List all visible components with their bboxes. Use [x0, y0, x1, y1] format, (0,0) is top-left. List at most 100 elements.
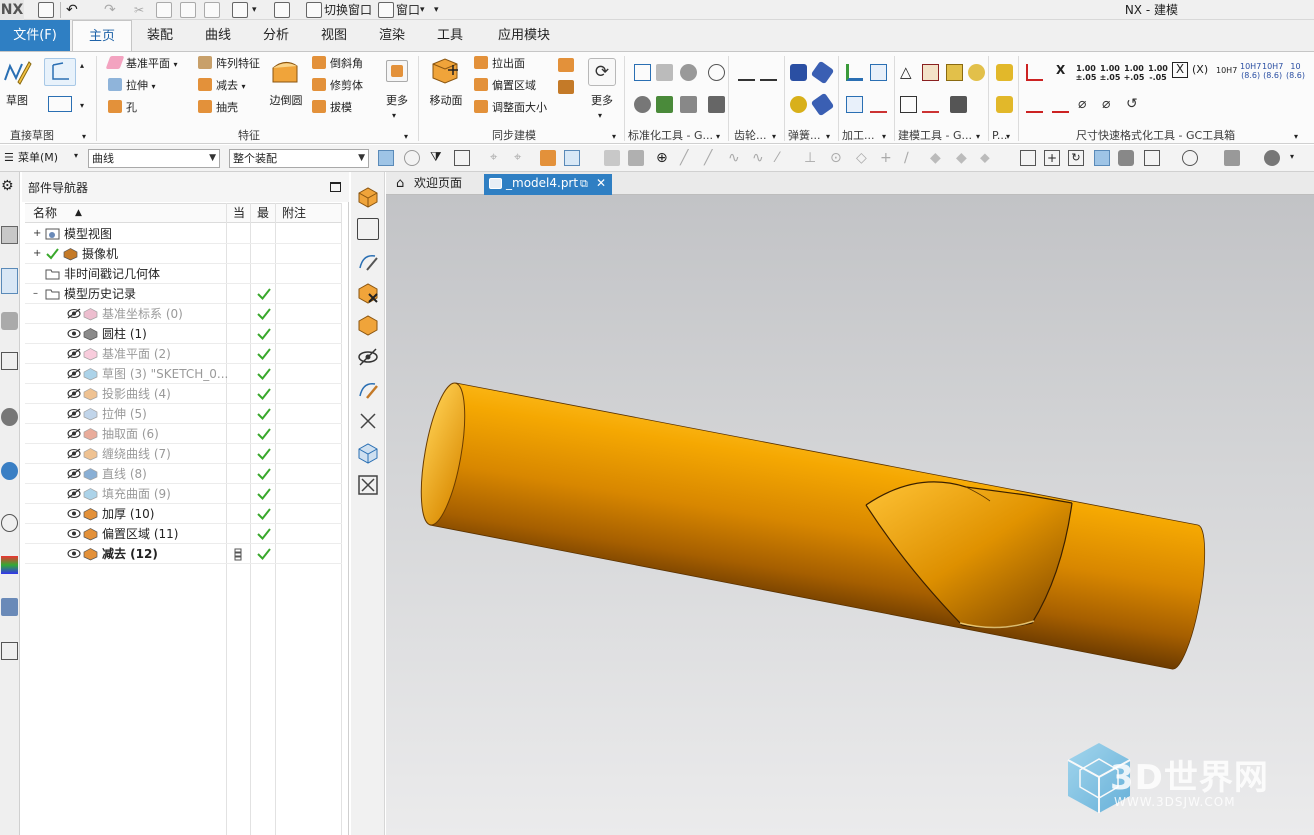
snap-point-icon[interactable]: ⁄ — [776, 150, 792, 166]
sketch-icon[interactable] — [2, 58, 32, 86]
snap-center-icon[interactable]: ⊕ — [656, 150, 672, 166]
cylinder-solid[interactable] — [413, 380, 1206, 670]
eye-icon[interactable] — [67, 328, 81, 339]
offset-region-button[interactable]: 偏置区域 — [474, 78, 536, 94]
eye-icon[interactable] — [67, 528, 81, 539]
snap-tangent-icon[interactable]: ∕ — [904, 150, 920, 166]
gear-icon[interactable]: ⚙ — [1, 178, 18, 196]
tab-render[interactable]: 渲染 — [366, 20, 418, 51]
menu-button[interactable]: 菜单(M) — [18, 151, 58, 165]
process-studio-icon[interactable] — [1, 598, 18, 616]
tree-row[interactable]: 圆柱 (1) — [25, 324, 342, 344]
edge-blend-icon[interactable] — [270, 58, 300, 86]
tree-row[interactable]: + 摄像机 — [25, 244, 342, 264]
maximize-icon[interactable] — [330, 182, 341, 192]
model-view[interactable] — [386, 195, 1314, 835]
std-tool-icon-2[interactable] — [656, 64, 673, 81]
filter-icon[interactable]: ⧩ — [430, 150, 446, 166]
cut-icon[interactable]: ✂ — [134, 2, 144, 18]
spring-tool-icon-1[interactable] — [790, 64, 807, 81]
window-menu-button[interactable]: 窗口 — [396, 2, 420, 18]
edit-sketch-icon[interactable] — [357, 250, 379, 272]
tree-row[interactable]: 基准坐标系 (0) — [25, 304, 342, 324]
redo-icon[interactable]: ↷ — [104, 2, 116, 18]
tab-assembly[interactable]: 装配 — [134, 20, 186, 51]
roles-icon[interactable] — [1, 642, 18, 660]
hidden-eye-icon[interactable] — [67, 448, 81, 459]
tree-row[interactable]: – 模型历史记录 — [25, 284, 342, 304]
modeling-tool-icon-3[interactable] — [946, 64, 963, 81]
chevron-down-icon[interactable]: ▾ — [420, 2, 425, 18]
tol-label-4[interactable]: 1.00 -.05 — [1146, 64, 1170, 82]
tol-label-2[interactable]: 1.00 ±.05 — [1098, 64, 1122, 82]
eye-icon[interactable] — [67, 548, 81, 559]
tol-label-3[interactable]: 1.00 +.05 — [1122, 64, 1146, 82]
move-face-button[interactable]: 移动面 — [426, 94, 466, 108]
hidden-eye-icon[interactable] — [67, 428, 81, 439]
spring-tool-icon-2[interactable] — [810, 60, 835, 85]
history-icon[interactable] — [1, 514, 18, 532]
background-icon[interactable] — [1182, 150, 1198, 166]
snap-perp-icon[interactable]: ⊥ — [804, 150, 820, 166]
spring-tool-icon-4[interactable] — [810, 92, 835, 117]
work-layer-icon[interactable] — [1224, 150, 1240, 166]
tab-tools[interactable]: 工具 — [424, 20, 476, 51]
fit-view-icon[interactable] — [1020, 150, 1036, 166]
tree-row[interactable]: 加厚 (10) — [25, 504, 342, 524]
column-current[interactable]: 当 — [233, 206, 245, 221]
assembly-navigator-icon[interactable] — [1, 226, 18, 244]
snap-line-2-icon[interactable]: ╱ — [704, 150, 720, 166]
modeling-tool-icon-5[interactable] — [900, 96, 917, 113]
hidden-eye-icon[interactable] — [67, 308, 81, 319]
boxed-x-icon[interactable]: X — [1172, 62, 1188, 78]
tree-row[interactable]: 拉伸 (5) — [25, 404, 342, 424]
expand-icon[interactable]: + — [33, 249, 41, 259]
graphics-window[interactable]: 3D世界网 WWW.3DSJW.COM — [386, 195, 1314, 835]
group-options-icon[interactable]: ▾ — [404, 129, 408, 145]
snap-icon-2[interactable]: ⌖ — [514, 150, 530, 166]
paste-special-icon[interactable] — [204, 2, 220, 18]
spring-tool-icon-3[interactable] — [790, 96, 807, 113]
p-tool-icon-1[interactable] — [996, 64, 1013, 81]
tree-row[interactable]: 直线 (8) — [25, 464, 342, 484]
tree-row[interactable]: 填充曲面 (9) — [25, 484, 342, 504]
select-body-icon[interactable] — [540, 150, 556, 166]
chamfer-button[interactable]: 倒斜角 — [312, 56, 363, 72]
selection-filter-select[interactable]: 曲线 ▼ — [88, 149, 220, 168]
machining-tool-icon-2[interactable] — [870, 64, 887, 81]
tree-row[interactable]: + 模型视图 — [25, 224, 342, 244]
rectangle-icon[interactable] — [48, 96, 72, 112]
dimension-tool-icon[interactable] — [1026, 64, 1043, 81]
tol-label-paren-x[interactable]: (X) — [1192, 64, 1208, 75]
chevron-down-icon[interactable]: ▾ — [80, 98, 84, 114]
diameter-icon[interactable]: ⌀ — [1078, 96, 1095, 113]
tree-row[interactable]: 抽取面 (6) — [25, 424, 342, 444]
paste-icon[interactable] — [180, 2, 196, 18]
sort-ascending-icon[interactable]: ▲ — [75, 206, 82, 221]
pattern-feature-button[interactable]: 阵列特征 — [198, 56, 260, 72]
hidden-eye-icon[interactable] — [67, 368, 81, 379]
reset-icon[interactable]: ↺ — [1126, 96, 1143, 113]
shaded-view-icon[interactable] — [357, 186, 379, 208]
collapse-icon[interactable]: – — [33, 289, 41, 299]
chevron-down-icon[interactable]: ▾ — [74, 151, 78, 160]
orient-view-icon[interactable] — [1144, 150, 1160, 166]
save-view-icon[interactable] — [357, 218, 379, 240]
view-triad-icon[interactable] — [1264, 150, 1280, 166]
p-tool-icon-2[interactable] — [996, 96, 1013, 113]
group-options-icon[interactable]: ▾ — [716, 129, 720, 145]
column-notes[interactable]: 附注 — [282, 206, 306, 221]
sketch-profile-icon[interactable] — [44, 58, 76, 86]
feature-more-icon[interactable] — [386, 60, 408, 82]
subtract-button[interactable]: 减去 ▾ — [198, 78, 246, 95]
tab-curve[interactable]: 曲线 — [192, 20, 244, 51]
undo-icon[interactable]: ↶ — [66, 2, 78, 18]
chevron-down-icon[interactable]: ▾ — [1290, 152, 1294, 161]
move-face-icon[interactable] — [430, 56, 460, 84]
tree-row[interactable]: 投影曲线 (4) — [25, 384, 342, 404]
std-tool-icon-1[interactable] — [634, 64, 651, 81]
eye-icon[interactable] — [67, 508, 81, 519]
chevron-up-icon[interactable]: ▴ — [80, 58, 84, 74]
constraint-navigator-icon[interactable] — [1, 312, 18, 330]
chevron-down-icon[interactable]: ▾ — [152, 82, 156, 91]
